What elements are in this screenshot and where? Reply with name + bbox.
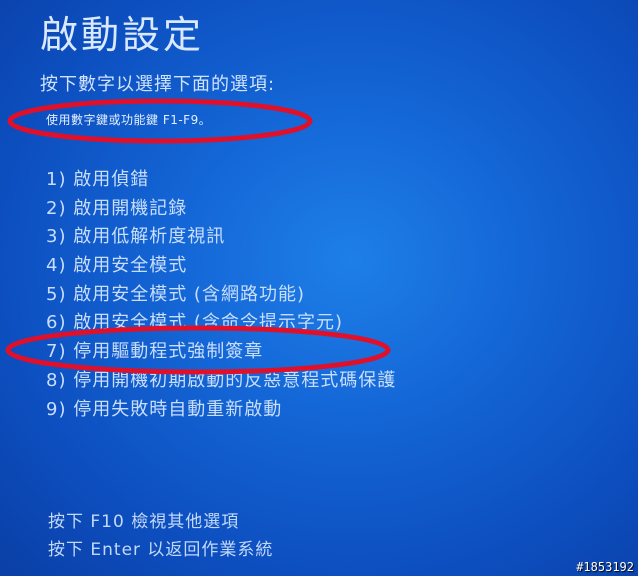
watermark: #1853192 [576, 560, 634, 574]
return-to-os-hint[interactable]: 按下 Enter 以返回作業系統 [48, 536, 273, 564]
option-enable-safe-mode[interactable]: 4) 啟用安全模式 [46, 252, 396, 281]
startup-settings-screen: 啟動設定 按下數字以選擇下面的選項: 使用數字鍵或功能鍵 F1-F9。 1) 啟… [0, 0, 638, 576]
footer: 按下 F10 檢視其他選項 按下 Enter 以返回作業系統 [48, 508, 273, 564]
more-options-hint[interactable]: 按下 F10 檢視其他選項 [48, 508, 273, 536]
option-enable-debugging[interactable]: 1) 啟用偵錯 [46, 166, 396, 195]
option-enable-low-resolution-video[interactable]: 3) 啟用低解析度視訊 [46, 223, 396, 252]
option-enable-safe-mode-networking[interactable]: 5) 啟用安全模式 (含網路功能) [46, 281, 396, 310]
option-enable-boot-logging[interactable]: 2) 啟用開機記錄 [46, 195, 396, 224]
option-disable-early-launch-anti-malware[interactable]: 8) 停用開機初期啟動的反惡意程式碼保護 [46, 367, 396, 396]
instruction-text: 按下數字以選擇下面的選項: [40, 74, 276, 95]
key-hint-text: 使用數字鍵或功能鍵 F1-F9。 [46, 113, 212, 127]
option-disable-auto-restart[interactable]: 9) 停用失敗時自動重新啟動 [46, 396, 396, 425]
options-list: 1) 啟用偵錯 2) 啟用開機記錄 3) 啟用低解析度視訊 4) 啟用安全模式 … [46, 166, 396, 424]
option-enable-safe-mode-command-prompt[interactable]: 6) 啟用安全模式 (含命令提示字元) [46, 309, 396, 338]
page-title: 啟動設定 [40, 13, 205, 57]
option-disable-driver-signature-enforcement[interactable]: 7) 停用驅動程式強制簽章 [46, 338, 396, 367]
